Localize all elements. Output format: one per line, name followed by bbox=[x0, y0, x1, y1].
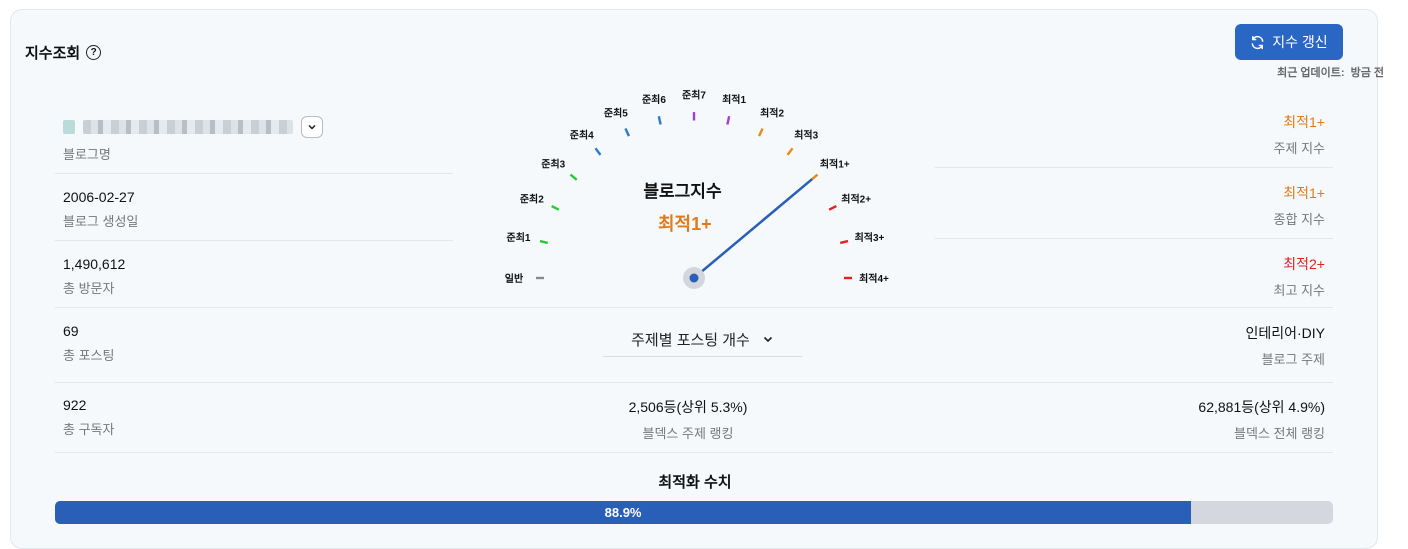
stat-value: 인테리어·DIY bbox=[1245, 325, 1325, 341]
optimization-title: 최적화 수치 bbox=[658, 474, 732, 491]
gauge-level-label: 준최5 bbox=[604, 107, 628, 120]
stat-label: 총 구독자 bbox=[63, 422, 115, 437]
stat-topic-index: 최적1+ 주제 지수 bbox=[1274, 112, 1325, 157]
gauge-level-label: 일반 bbox=[505, 272, 524, 285]
stat-label: 블로그 생성일 bbox=[63, 214, 139, 229]
gauge-needle-pivot bbox=[689, 273, 699, 283]
stat-total-posts: 69 총 포스팅 bbox=[63, 323, 114, 364]
gauge-tick bbox=[839, 239, 849, 245]
stat-value: 최적1+ bbox=[1283, 185, 1325, 201]
gauge-level-label: 준최6 bbox=[642, 93, 666, 106]
refresh-index-button[interactable]: 지수 갱신 bbox=[1235, 24, 1343, 60]
help-icon[interactable]: ? bbox=[86, 45, 102, 60]
gauge-tick bbox=[757, 128, 764, 137]
stat-value: 최적1+ bbox=[1283, 114, 1325, 130]
stat-total-visitors: 1,490,612 총 방문자 bbox=[63, 256, 125, 297]
stat-topic-ranking: 2,506등(상위 5.3%) 블덱스 주제 랭킹 bbox=[588, 397, 788, 442]
stat-value: 최적2+ bbox=[1283, 256, 1325, 272]
gauge-level-label: 최적3 bbox=[794, 128, 818, 141]
divider bbox=[55, 173, 453, 174]
chevron-down-icon bbox=[308, 124, 316, 130]
blog-name-redacted bbox=[63, 120, 75, 134]
stat-overall-index: 최적1+ 종합 지수 bbox=[1274, 183, 1325, 228]
refresh-label: 지수 갱신 bbox=[1272, 34, 1328, 50]
gauge-level-label: 최적1 bbox=[722, 93, 746, 106]
stat-created-date: 2006-02-27 블로그 생성일 bbox=[63, 189, 138, 230]
stat-blog-topic: 인테리어·DIY 블로그 주제 bbox=[1245, 323, 1325, 368]
gauge-level-label: 준최3 bbox=[541, 158, 565, 171]
optimization-progress-bar: 88.9% bbox=[55, 501, 1333, 524]
stat-label: 블로그 주제 bbox=[1261, 352, 1325, 367]
stat-label: 총 포스팅 bbox=[63, 348, 115, 363]
divider bbox=[935, 167, 1333, 168]
gauge-tick bbox=[726, 116, 731, 125]
gauge-level-label: 최적3+ bbox=[855, 231, 885, 244]
stat-value: 69 bbox=[63, 323, 79, 339]
gauge-level-label: 준최4 bbox=[570, 128, 594, 141]
topic-posting-count-select[interactable]: 주제별 포스팅 개수 bbox=[603, 322, 802, 357]
optimization-progress-fill: 88.9% bbox=[55, 501, 1192, 524]
gauge-level-label: 준최1 bbox=[507, 231, 531, 244]
gauge-tick bbox=[551, 204, 560, 211]
gauge-level-label: 준최2 bbox=[520, 192, 544, 205]
stat-value: 2006-02-27 bbox=[63, 189, 135, 205]
gauge-level-label: 최적2+ bbox=[841, 192, 871, 205]
optimization-percent: 88.9% bbox=[604, 505, 642, 520]
page-title: 지수조회 ? bbox=[25, 42, 102, 63]
stat-label: 블덱스 주제 랭킹 bbox=[642, 426, 734, 441]
last-update: 최근 업데이트: 방금 전 bbox=[1277, 64, 1384, 80]
gauge-level-label: 최적2 bbox=[760, 107, 784, 120]
gauge-tick bbox=[594, 147, 602, 156]
gauge-tick bbox=[569, 173, 578, 181]
stat-label: 최고 지수 bbox=[1273, 283, 1325, 298]
last-update-value: 방금 전 bbox=[1350, 67, 1384, 79]
topic-select-label: 주제별 포스팅 개수 bbox=[631, 331, 750, 349]
stat-value: 2,506등(상위 5.3%) bbox=[628, 399, 748, 415]
divider bbox=[935, 238, 1333, 239]
stat-value: 922 bbox=[63, 397, 87, 413]
stat-max-index: 최적2+ 최고 지수 bbox=[1274, 254, 1325, 299]
stat-blog-name: 블로그명 bbox=[63, 115, 323, 163]
stat-label: 종합 지수 bbox=[1273, 212, 1325, 227]
gauge-level-label: 최적1+ bbox=[820, 158, 850, 171]
gauge-tick bbox=[657, 116, 662, 125]
divider bbox=[55, 452, 1333, 453]
gauge-tick bbox=[539, 239, 549, 245]
gauge-tick bbox=[828, 204, 837, 211]
divider bbox=[55, 240, 453, 241]
stat-label: 블로그명 bbox=[63, 147, 111, 162]
gauge-tick bbox=[786, 147, 794, 156]
gauge-level-label: 준최7 bbox=[682, 88, 706, 101]
stat-value: 62,881등(상위 4.9%) bbox=[1198, 399, 1325, 415]
stat-label: 총 방문자 bbox=[63, 281, 115, 296]
divider bbox=[55, 382, 1333, 383]
blog-select-dropdown[interactable] bbox=[301, 116, 323, 138]
stat-value: 1,490,612 bbox=[63, 256, 126, 272]
refresh-icon bbox=[1251, 35, 1264, 49]
gauge-tick bbox=[624, 128, 631, 137]
gauge-level-label: 최적4+ bbox=[859, 272, 889, 285]
blog-name-redacted bbox=[83, 120, 293, 134]
stat-label: 주제 지수 bbox=[1273, 141, 1325, 156]
gauge-title: 블로그지수 bbox=[643, 182, 722, 201]
divider bbox=[55, 307, 1333, 308]
gauge-value: 최적1+ bbox=[658, 214, 712, 234]
stat-total-ranking: 62,881등(상위 4.9%) 블덱스 전체 랭킹 bbox=[1198, 397, 1325, 442]
last-update-label: 최근 업데이트: bbox=[1277, 67, 1345, 79]
title-text: 지수조회 bbox=[25, 45, 81, 62]
stat-subscribers: 922 총 구독자 bbox=[63, 397, 114, 438]
stat-label: 블덱스 전체 랭킹 bbox=[1234, 426, 1325, 441]
chevron-down-icon bbox=[763, 336, 772, 343]
